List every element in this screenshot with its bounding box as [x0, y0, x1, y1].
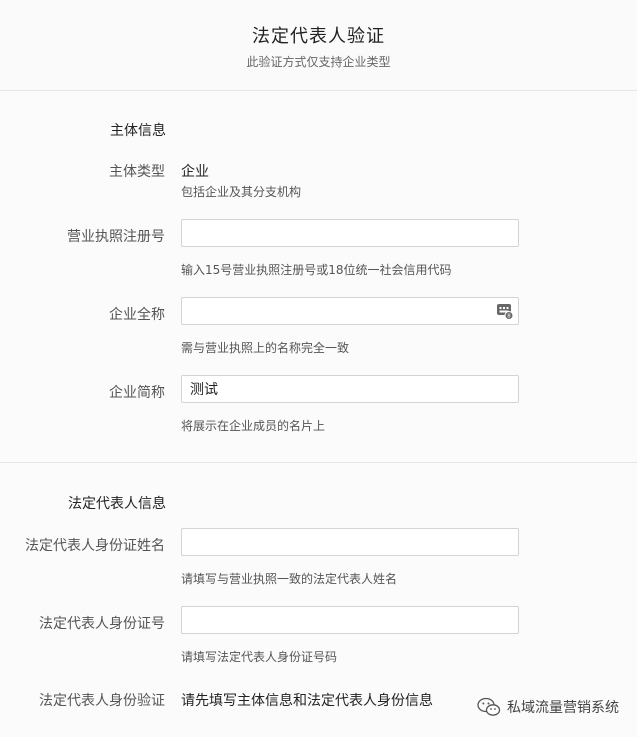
wechat-icon: [477, 697, 501, 716]
company-shortname-input[interactable]: [181, 375, 519, 403]
legal-verify-value: 请先填写主体信息和法定代表人身份信息: [181, 693, 433, 709]
legal-rep-section: 法定代表人信息 法定代表人身份证姓名 请填写与营业执照一致的法定代表人姓名 法定…: [0, 463, 637, 737]
keyboard-badge-icon[interactable]: 8: [496, 302, 514, 320]
reg-number-hint: 输入15号营业执照注册号或18位统一社会信用代码: [181, 263, 452, 277]
entity-info-section: 主体信息 主体类型 企业 包括企业及其分支机构 营业执照注册号 输入15号营业执…: [0, 91, 637, 462]
entity-type-label: 主体类型: [109, 164, 165, 180]
company-shortname-hint: 将展示在企业成员的名片上: [181, 419, 326, 433]
legal-name-input[interactable]: [181, 528, 519, 556]
entity-type-hint: 包括企业及其分支机构: [181, 185, 302, 199]
legal-name-hint: 请填写与营业执照一致的法定代表人姓名: [181, 572, 398, 586]
page-header: 法定代表人验证 此验证方式仅支持企业类型: [0, 0, 637, 91]
company-shortname-label: 企业简称: [109, 385, 165, 401]
legal-section-heading: 法定代表人信息: [68, 496, 166, 512]
company-fullname-label: 企业全称: [109, 307, 165, 323]
legal-verify-label: 法定代表人身份验证: [39, 693, 165, 709]
reg-number-input[interactable]: [181, 219, 519, 247]
legal-id-label: 法定代表人身份证号: [39, 616, 165, 632]
company-fullname-hint: 需与营业执照上的名称完全一致: [181, 341, 350, 355]
watermark-text: 私域流量营销系统: [507, 700, 619, 716]
legal-id-hint: 请填写法定代表人身份证号码: [181, 650, 338, 664]
company-fullname-input[interactable]: [181, 297, 519, 325]
entity-section-heading: 主体信息: [110, 123, 166, 139]
page-subtitle: 此验证方式仅支持企业类型: [246, 55, 391, 69]
legal-id-input[interactable]: [181, 606, 519, 634]
svg-text:8: 8: [507, 314, 511, 320]
reg-number-label: 营业执照注册号: [67, 229, 165, 245]
watermark: 私域流量营销系统: [477, 697, 619, 717]
page-title: 法定代表人验证: [252, 26, 385, 47]
legal-name-label: 法定代表人身份证姓名: [25, 538, 165, 554]
entity-type-value: 企业: [181, 164, 209, 180]
